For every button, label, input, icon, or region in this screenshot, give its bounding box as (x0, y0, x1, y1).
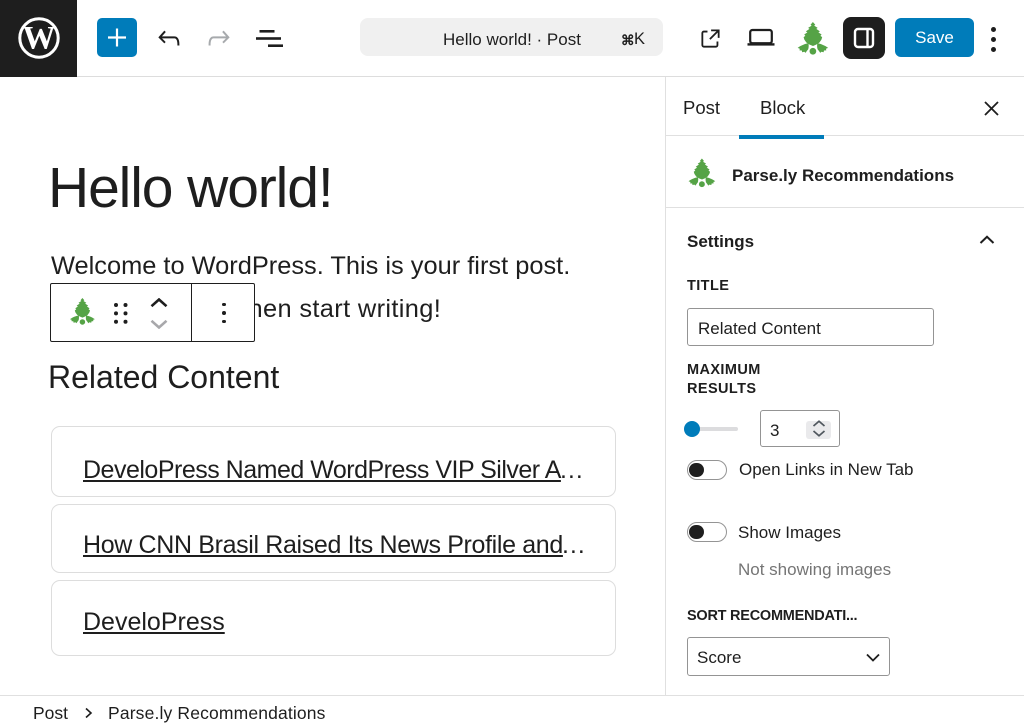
svg-text:W: W (23, 21, 56, 57)
